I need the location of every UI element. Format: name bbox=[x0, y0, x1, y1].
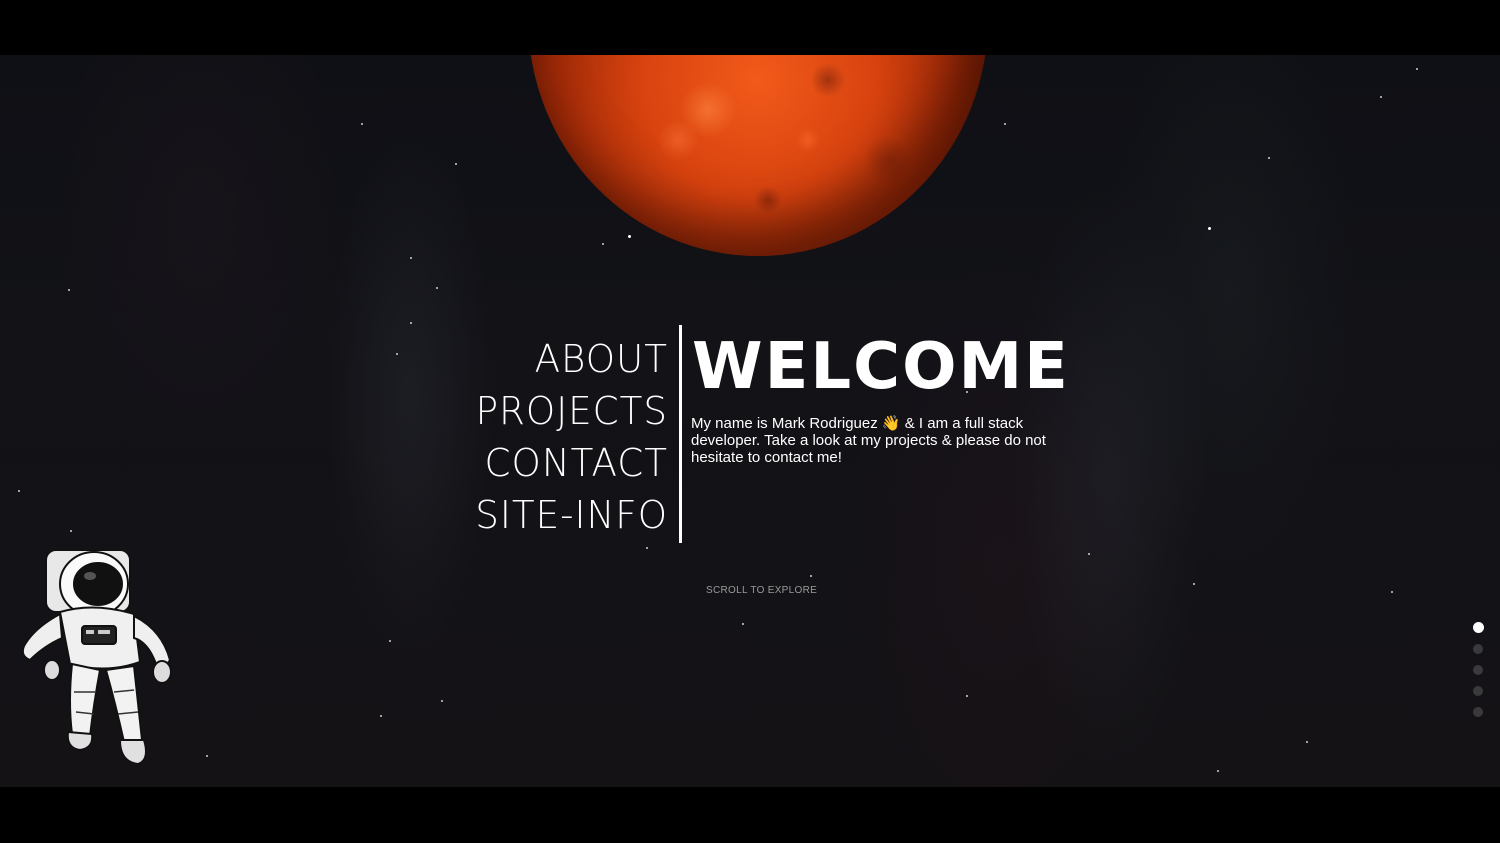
main-nav: ABOUT PROJECTS CONTACT SITE-INFO bbox=[440, 333, 668, 541]
nav-contact-link[interactable]: CONTACT bbox=[445, 437, 668, 489]
hero-intro: My name is Mark Rodriguez 👋 & I am a ful… bbox=[691, 415, 1046, 466]
star bbox=[1208, 227, 1211, 230]
letterbox-top bbox=[0, 0, 1500, 55]
star bbox=[1193, 583, 1195, 585]
section-dot-4[interactable] bbox=[1473, 686, 1483, 696]
mars-planet-icon bbox=[528, 55, 988, 256]
nav-divider bbox=[679, 325, 682, 543]
star bbox=[1217, 770, 1219, 772]
nav-projects-link[interactable]: PROJECTS bbox=[445, 385, 668, 437]
star bbox=[18, 490, 20, 492]
section-dot-2[interactable] bbox=[1473, 644, 1483, 654]
hero-section: ABOUT PROJECTS CONTACT SITE-INFO WELCOME… bbox=[0, 55, 1500, 787]
star bbox=[1416, 68, 1418, 70]
star bbox=[410, 322, 412, 324]
section-dot-3[interactable] bbox=[1473, 665, 1483, 675]
star bbox=[628, 235, 631, 238]
astronaut-icon bbox=[21, 549, 172, 766]
star bbox=[1306, 741, 1308, 743]
letterbox-bottom bbox=[0, 787, 1500, 843]
nav-about-link[interactable]: ABOUT bbox=[445, 333, 668, 385]
star bbox=[1391, 591, 1393, 593]
star bbox=[436, 287, 438, 289]
star bbox=[1088, 553, 1090, 555]
section-dot-5[interactable] bbox=[1473, 707, 1483, 717]
star bbox=[68, 289, 70, 291]
nav-site-info-link[interactable]: SITE-INFO bbox=[445, 489, 668, 541]
star bbox=[206, 755, 208, 757]
hero-title: WELCOME bbox=[692, 330, 1070, 404]
star bbox=[455, 163, 457, 165]
star bbox=[396, 353, 398, 355]
star bbox=[1380, 96, 1382, 98]
section-dot-1[interactable] bbox=[1473, 622, 1484, 633]
star bbox=[1004, 123, 1006, 125]
star bbox=[70, 530, 72, 532]
star bbox=[410, 257, 412, 259]
star bbox=[361, 123, 363, 125]
star bbox=[742, 623, 744, 625]
scroll-hint: SCROLL TO EXPLORE bbox=[706, 585, 818, 596]
star bbox=[810, 575, 812, 577]
star bbox=[380, 715, 382, 717]
star bbox=[441, 700, 443, 702]
star bbox=[602, 243, 604, 245]
section-pagination bbox=[1473, 622, 1485, 728]
star bbox=[966, 695, 968, 697]
star bbox=[389, 640, 391, 642]
star bbox=[1268, 157, 1270, 159]
star bbox=[646, 547, 648, 549]
